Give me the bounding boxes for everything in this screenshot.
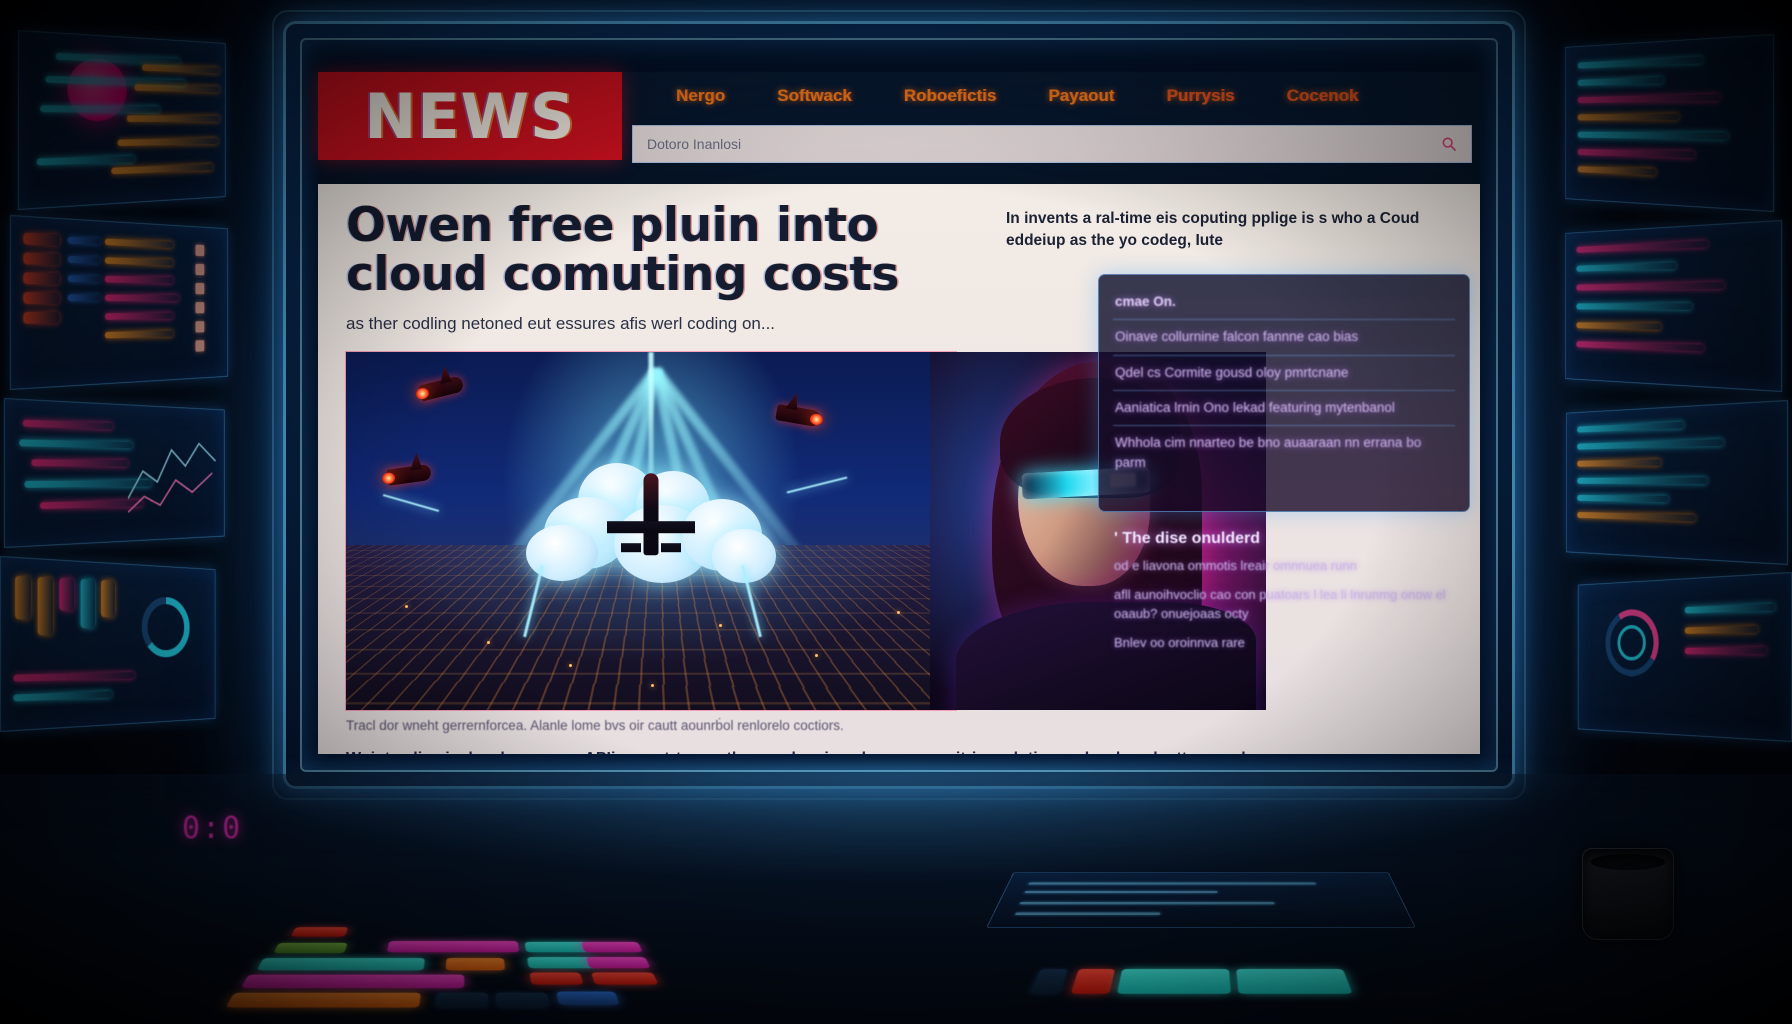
screen-bezel: NEWS Nergo Softwack Roboefictis Payaout …	[300, 38, 1498, 772]
coffee-cup-holder	[1582, 848, 1674, 940]
desk-console: 0:0	[0, 764, 1792, 1024]
donut-gauge	[124, 583, 208, 665]
wall-panel	[18, 30, 226, 210]
info-paragraph: Bnlev oo oroinnva rare	[1114, 634, 1245, 650]
article-subdeck: as ther codling netoned eut essures afis…	[346, 313, 776, 333]
wall-panel	[1565, 220, 1782, 392]
site-logo[interactable]: NEWS	[318, 72, 622, 160]
nav-item-2[interactable]: Roboefictis	[904, 86, 997, 106]
main-nav: Nergo Softwack Roboefictis Payaout Purry…	[676, 86, 1470, 106]
info-row: Aaniatica lrnin Ono lekad featuring myte…	[1113, 391, 1455, 426]
wall-panel	[4, 398, 225, 548]
console-readout	[986, 871, 1416, 928]
info-row: Whhola cim nnarteo be bno auaaraan nn er…	[1115, 435, 1422, 471]
nav-item-0[interactable]: Nergo	[676, 86, 725, 106]
main-monitor: NEWS Nergo Softwack Roboefictis Payaout …	[272, 10, 1526, 800]
site-logo-text: NEWS	[364, 79, 576, 153]
wall-panel	[10, 215, 229, 390]
site-header: NEWS Nergo Softwack Roboefictis Payaout …	[318, 72, 1480, 184]
info-panel-title: ' The dise onulderd	[1114, 530, 1261, 547]
nav-item-1[interactable]: Softwack	[777, 86, 852, 106]
info-row: Qdel cs Cormite gousd oloy pmrtcnane	[1113, 356, 1455, 391]
info-paragraph: od e liavona ommotis lreair omnnuea runn	[1114, 558, 1357, 573]
info-paragraph: afll aunoihvoclio cao con puatoars l lea…	[1114, 586, 1446, 622]
article-sheet: NEWS STORUS : Owen free pluin into cloud…	[318, 184, 1480, 754]
header-right: Nergo Softwack Roboefictis Payaout Purry…	[622, 72, 1480, 184]
console-clock: 0:0	[182, 811, 243, 846]
hero-center-jet	[603, 472, 699, 565]
left-wall-displays	[0, 0, 330, 790]
keyboard-right-cluster[interactable]	[980, 950, 1420, 1008]
nav-item-3[interactable]: Payaout	[1048, 86, 1114, 106]
wall-panel	[1577, 572, 1792, 742]
nav-item-5[interactable]: Cocenok	[1287, 86, 1359, 106]
info-row: Oinave collurnine falcon fannne cao bias	[1113, 320, 1455, 356]
article-side-column: In invents a ral-time eis coputing pplig…	[1006, 210, 1420, 250]
search-icon[interactable]	[1441, 136, 1457, 152]
wall-panel	[1566, 400, 1788, 565]
wall-panel	[1565, 34, 1774, 212]
image-caption: Tracl dor wneht gerrernforcea. Alanle lo…	[346, 718, 844, 733]
sidebar-info-panel: cmae On. Oinave collurnine falcon fannne…	[1098, 274, 1470, 512]
sidebar-info-panel-secondary: ' The dise onulderd od e liavona ommotis…	[1098, 524, 1470, 714]
info-row: cmae On.	[1113, 285, 1455, 321]
wall-panel	[0, 556, 216, 732]
nav-item-4[interactable]: Purrysis	[1166, 86, 1234, 106]
article-body: Wuinte pline inch ache a soure APIi croo…	[346, 746, 1456, 754]
search-input[interactable]	[647, 136, 1441, 152]
keyboard-left-cluster[interactable]	[225, 921, 678, 1008]
page-title: Owen free pluin into cloud comuting cost…	[346, 198, 899, 302]
scene-root: NEWS Nergo Softwack Roboefictis Payaout …	[0, 0, 1792, 1024]
body-paragraph: Wuinte pline inch ache a soure APIi croo…	[346, 746, 1456, 754]
search-bar[interactable]	[632, 125, 1472, 163]
hero-illustration	[346, 352, 956, 710]
sparkline-chart	[128, 425, 219, 525]
